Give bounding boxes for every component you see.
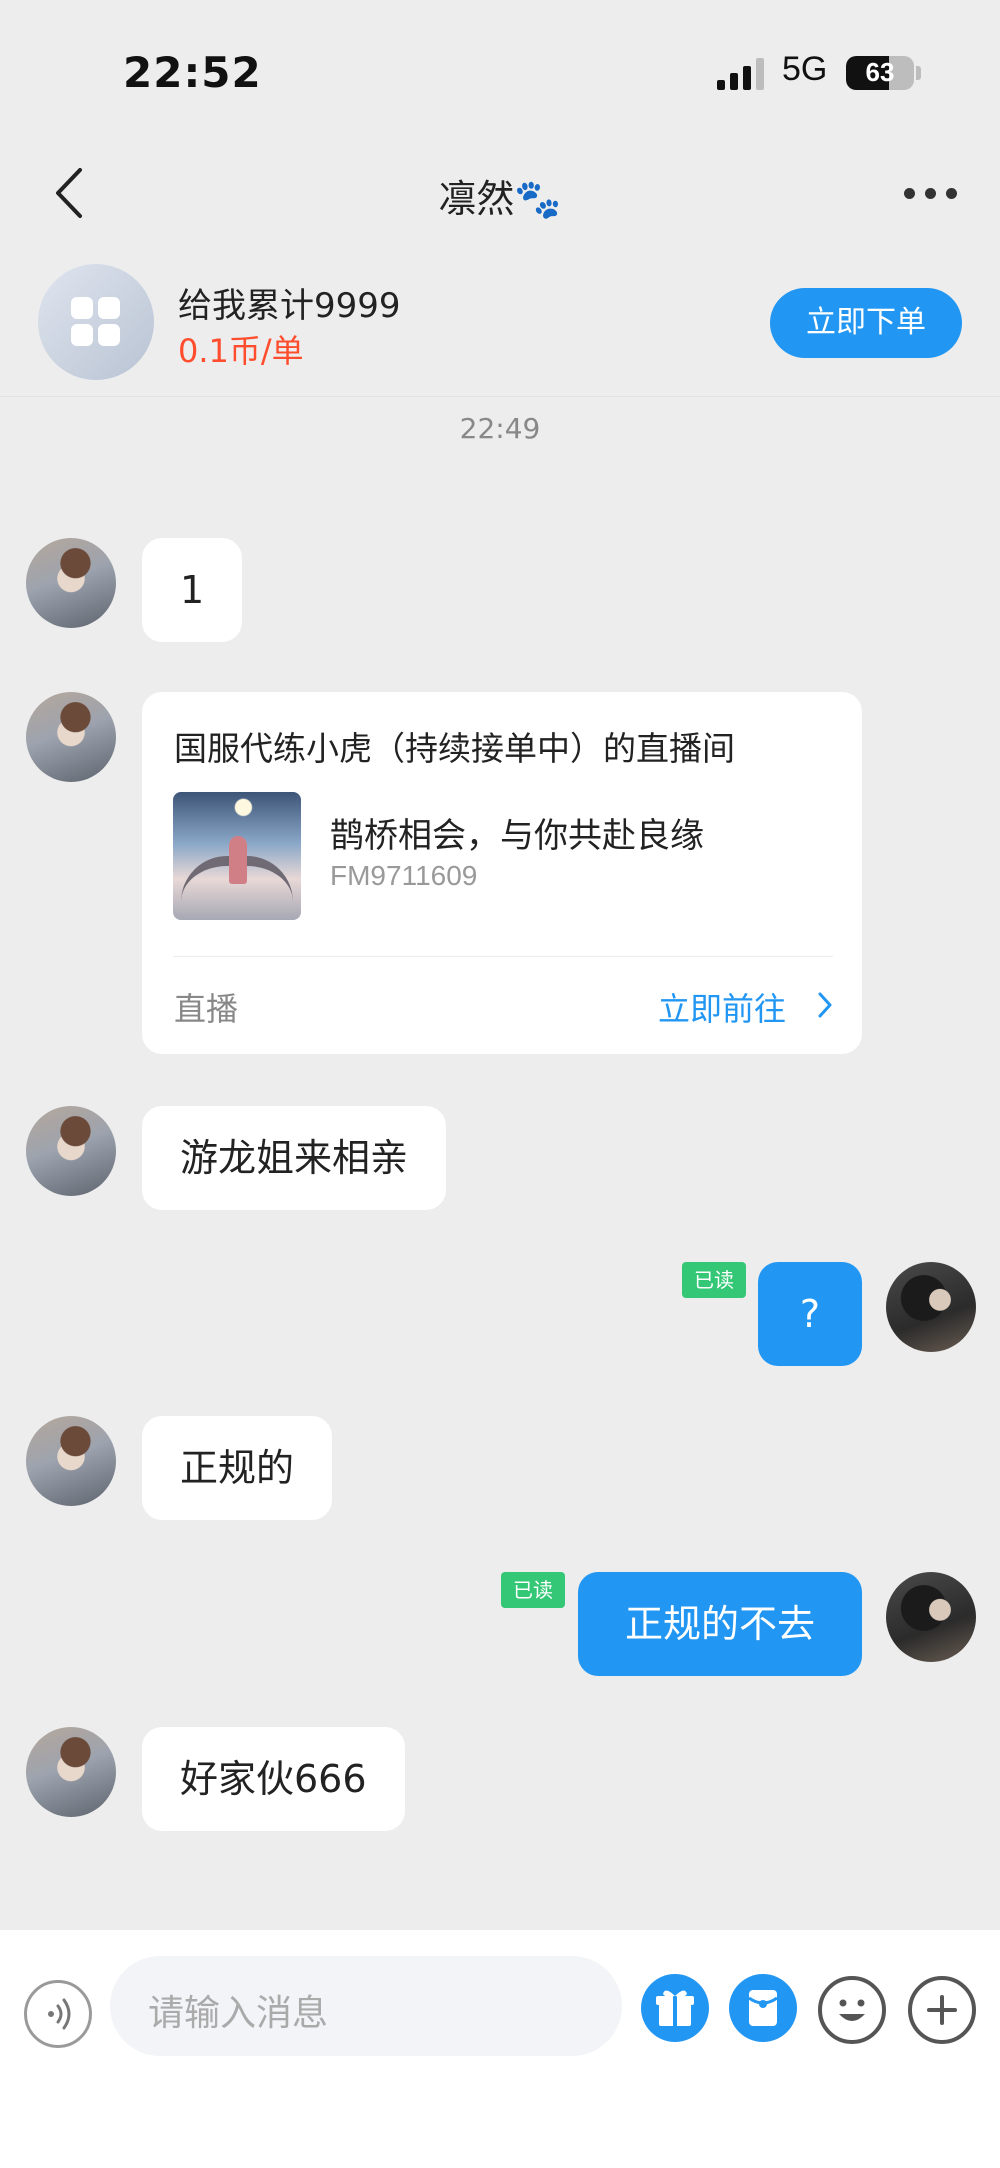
message-input-placeholder: 请输入消息 bbox=[148, 1993, 329, 2034]
gift-icon[interactable] bbox=[641, 1974, 709, 2042]
header-divider bbox=[0, 396, 1000, 397]
message-bubble-self[interactable]: ? bbox=[758, 1262, 862, 1366]
order-title: 给我累计9999 bbox=[178, 286, 401, 326]
avatar[interactable] bbox=[26, 692, 116, 782]
live-room-title: 国服代练小虎（持续接单中）的直播间 bbox=[174, 729, 735, 768]
message-bubble[interactable]: 好家伙666 bbox=[142, 1727, 405, 1831]
order-price: 0.1币/单 bbox=[178, 332, 304, 370]
avatar[interactable] bbox=[886, 1262, 976, 1352]
plus-icon[interactable] bbox=[908, 1976, 976, 2044]
live-room-id: FM9711609 bbox=[330, 860, 478, 891]
message-timestamp: 22:49 bbox=[459, 412, 541, 445]
avatar[interactable] bbox=[26, 1727, 116, 1817]
message-bubble[interactable]: 游龙姐来相亲 bbox=[142, 1106, 447, 1210]
chevron-right-icon bbox=[818, 992, 832, 1018]
red-packet-icon[interactable] bbox=[729, 1974, 797, 2042]
card-divider bbox=[173, 956, 833, 957]
avatar[interactable] bbox=[26, 1416, 116, 1506]
message-bubble-self[interactable]: 正规的不去 bbox=[578, 1572, 862, 1676]
emoji-icon[interactable] bbox=[818, 1976, 886, 2044]
message-bubble[interactable]: 1 bbox=[142, 538, 243, 642]
battery-icon: 63 bbox=[846, 56, 914, 90]
live-share-card[interactable]: 国服代练小虎（持续接单中）的直播间 鹊桥相会，与你共赴良缘 FM9711609 … bbox=[142, 692, 862, 1054]
live-cover-image bbox=[173, 792, 301, 920]
live-room-name: 鹊桥相会，与你共赴良缘 bbox=[330, 816, 704, 856]
message-bubble[interactable]: 正规的 bbox=[142, 1416, 333, 1520]
read-badge: 已读 bbox=[682, 1262, 746, 1298]
chat-title: 凛然🐾 bbox=[438, 177, 562, 221]
battery-level: 63 bbox=[865, 57, 895, 87]
place-order-button[interactable]: 立即下单 bbox=[770, 288, 962, 358]
apps-grid-icon[interactable] bbox=[38, 264, 154, 380]
status-time: 22:52 bbox=[123, 48, 262, 97]
network-type: 5G bbox=[782, 50, 828, 88]
message-input[interactable]: 请输入消息 bbox=[110, 1956, 622, 2056]
battery-tip bbox=[916, 66, 921, 80]
voice-icon[interactable] bbox=[24, 1980, 92, 2048]
read-badge: 已读 bbox=[501, 1572, 565, 1608]
signal-icon bbox=[717, 58, 767, 90]
more-dots-icon[interactable] bbox=[904, 188, 958, 200]
avatar[interactable] bbox=[26, 1106, 116, 1196]
avatar[interactable] bbox=[26, 538, 116, 628]
avatar[interactable] bbox=[886, 1572, 976, 1662]
go-now-link[interactable]: 立即前往 bbox=[658, 984, 786, 1030]
live-tag: 直播 bbox=[174, 990, 239, 1028]
